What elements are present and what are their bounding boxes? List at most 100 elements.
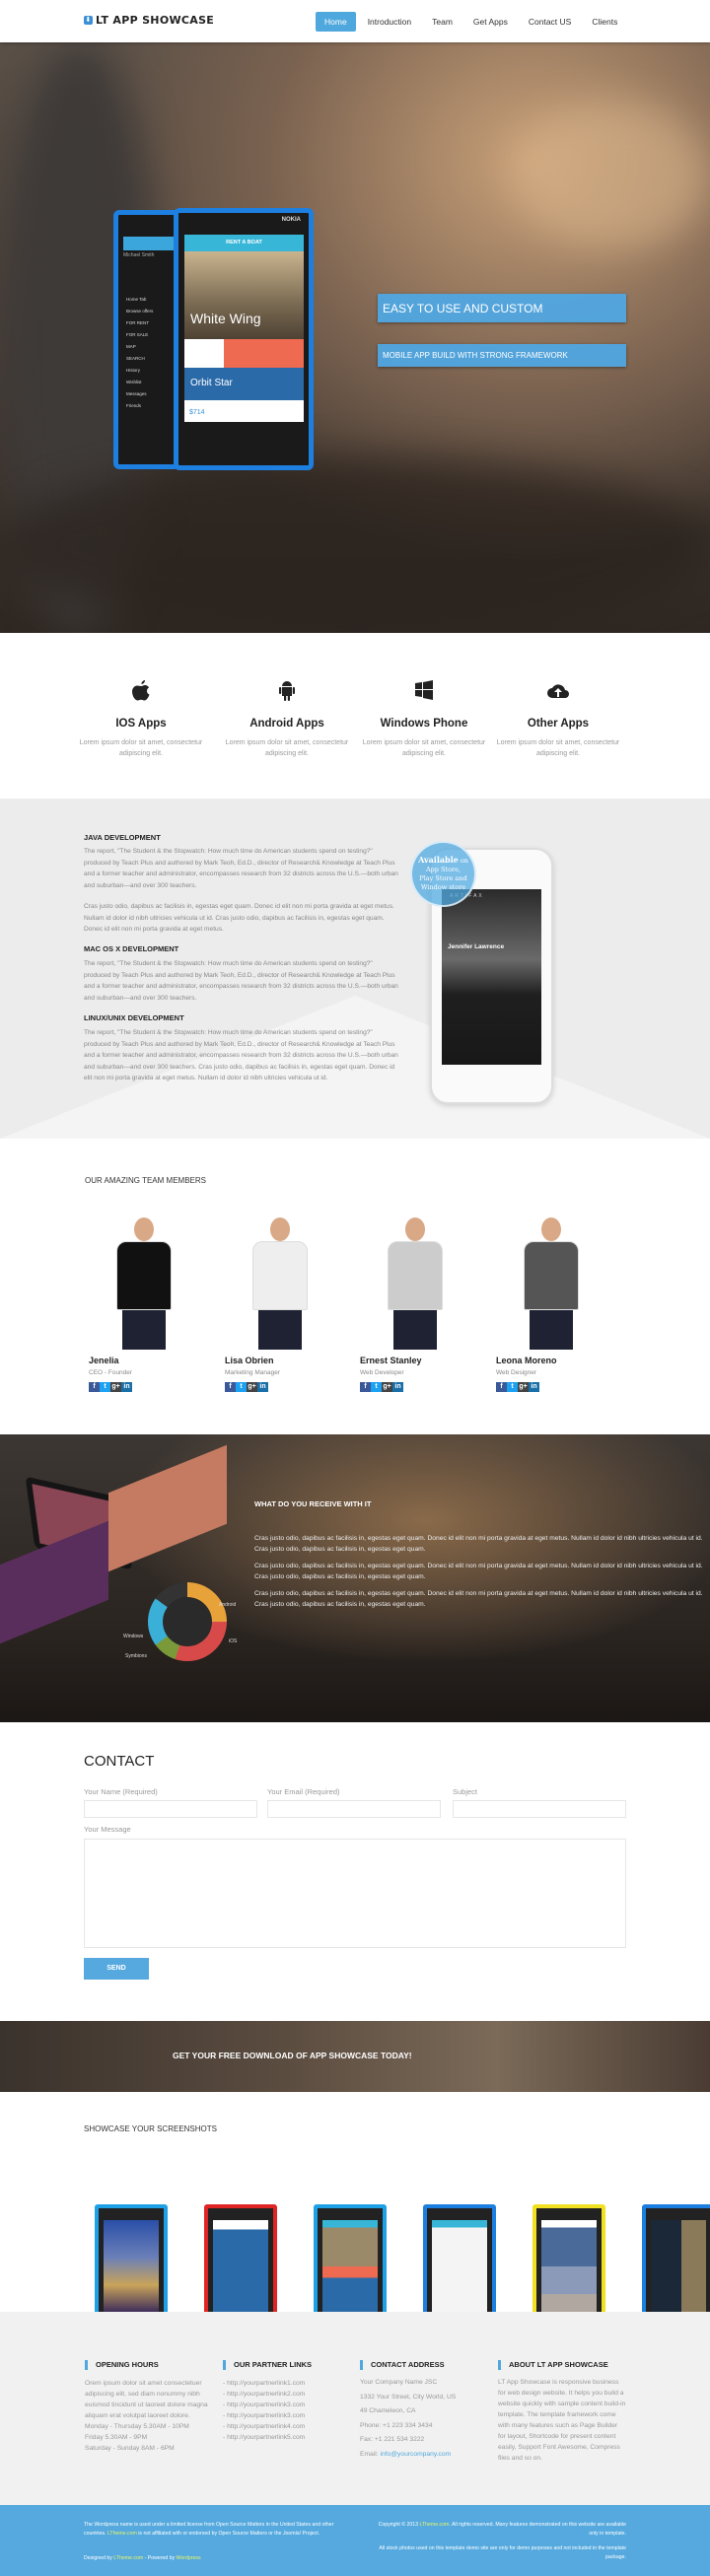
- team-member: Lisa Obrien Marketing Manager f t g+ in: [225, 1208, 353, 1392]
- subject-input[interactable]: [453, 1800, 626, 1818]
- partner-link[interactable]: - http://yourpartnerlink2.com: [223, 2389, 305, 2400]
- team-member: Jenelia CEO - Founder f t g+ in: [89, 1208, 217, 1392]
- availability-badge: Available on App Store, Play Store and W…: [410, 841, 476, 907]
- email-input[interactable]: [267, 1800, 441, 1818]
- linkedin-icon[interactable]: in: [392, 1382, 403, 1392]
- member-role: Web Designer: [496, 1369, 537, 1376]
- name-input[interactable]: [84, 1800, 257, 1818]
- feature-ios: IOS Apps Lorem ipsum dolor sit amet, cons…: [67, 680, 215, 759]
- phone-menu-item: Messages: [126, 391, 147, 396]
- android-icon: [213, 680, 361, 708]
- copyright-text: . All rights reserved. Many features dem…: [449, 2522, 626, 2537]
- partner-link[interactable]: - http://yourpartnerlink3.com: [223, 2410, 305, 2421]
- powered-text: - Powered by: [143, 2555, 177, 2561]
- screenshot-screen: [651, 2220, 706, 2313]
- chart-label-android: Android: [219, 1602, 237, 1608]
- receive-text: Cras justo odio, dapibus ac facilisis in…: [254, 1600, 426, 1608]
- nav-introduction[interactable]: Introduction: [359, 12, 420, 32]
- logo-text: LT APP SHOWCASE: [96, 14, 215, 27]
- site-header: ⬇ LT APP SHOWCASE Home Introduction Team …: [0, 0, 710, 42]
- twitter-icon[interactable]: t: [371, 1382, 382, 1392]
- hours-line: Monday - Thursday 5.30AM - 10PM: [85, 2423, 189, 2430]
- phone-brand: NOKIA: [281, 217, 301, 223]
- linkedin-icon[interactable]: in: [257, 1382, 268, 1392]
- feature-android: Android Apps Lorem ipsum dolor sit amet, …: [213, 680, 361, 759]
- wordpress-link[interactable]: Wordpress: [177, 2555, 201, 2561]
- app-screens-illustration: [108, 1444, 227, 1572]
- twitter-icon[interactable]: t: [507, 1382, 518, 1392]
- phone-card-title: White Wing: [190, 311, 261, 326]
- development-section: JAVA DEVELOPMENT The report, "The Studen…: [0, 799, 710, 1139]
- nav-contact[interactable]: Contact US: [520, 12, 580, 32]
- chart-label-symbions: Symbions: [125, 1653, 147, 1659]
- twitter-icon[interactable]: t: [100, 1382, 110, 1392]
- member-role: CEO - Founder: [89, 1369, 133, 1376]
- google-plus-icon[interactable]: g+: [382, 1382, 392, 1392]
- google-plus-icon[interactable]: g+: [110, 1382, 121, 1392]
- member-photo: [225, 1208, 353, 1351]
- receive-title: WHAT DO YOU RECEIVE WITH IT: [254, 1499, 372, 1508]
- facebook-icon[interactable]: f: [89, 1382, 100, 1392]
- nav-clients[interactable]: Clients: [583, 12, 626, 32]
- ltheme-link[interactable]: LTheme.com: [113, 2555, 143, 2561]
- partner-link[interactable]: - http://yourpartnerlink1.com: [223, 2378, 305, 2389]
- screenshot-screen: [541, 2220, 597, 2313]
- twitter-icon[interactable]: t: [236, 1382, 247, 1392]
- google-plus-icon[interactable]: g+: [247, 1382, 257, 1392]
- facebook-icon[interactable]: f: [360, 1382, 371, 1392]
- license-text: is not affiliated with or endorsed by Op…: [136, 2530, 320, 2537]
- facebook-icon[interactable]: f: [496, 1382, 507, 1392]
- name-label: Your Name (Required): [84, 1787, 158, 1796]
- email-label: Your Email (Required): [267, 1787, 340, 1796]
- linkedin-icon[interactable]: in: [529, 1382, 539, 1392]
- ltheme-link[interactable]: LTheme.com: [419, 2522, 449, 2528]
- java-text: The report, "The Student & the Stopwatch…: [84, 848, 398, 889]
- feature-windows: Windows Phone Lorem ipsum dolor sit amet,…: [350, 680, 498, 759]
- phone-menu-item: MAP: [126, 344, 136, 349]
- address-line: 1332 Your Street, City World, US: [360, 2393, 457, 2401]
- address-line: 49 Chameleon, CA: [360, 2407, 416, 2414]
- feature-text: Lorem ipsum dolor sit amet, consectetur …: [496, 739, 620, 757]
- email-link[interactable]: info@yourcompany.com: [380, 2451, 451, 2458]
- hero-tagline-1: EASY TO USE AND CUSTOM: [378, 294, 626, 322]
- member-name: Leona Moreno: [496, 1356, 557, 1365]
- receive-text: Cras justo odio, dapibus ac facilisis in…: [254, 1563, 703, 1569]
- hero-tagline-2: MOBILE APP BUILD WITH STRONG FRAMEWORK: [378, 344, 626, 367]
- member-name: Jenelia: [89, 1356, 119, 1365]
- address-line: Your Company Name JSC: [360, 2379, 438, 2386]
- receive-text: Cras justo odio, dapibus ac facilisis in…: [254, 1590, 703, 1597]
- nav-home[interactable]: Home: [316, 12, 356, 32]
- donut-chart-illustration: [148, 1582, 227, 1661]
- feature-title: IOS Apps: [115, 718, 167, 730]
- mac-text: The report, "The Student & the Stopwatch…: [84, 960, 398, 1002]
- chart-label-ios: iOS: [229, 1638, 238, 1644]
- google-plus-icon[interactable]: g+: [518, 1382, 529, 1392]
- screenshot-screen: [432, 2220, 487, 2313]
- send-button[interactable]: SEND: [84, 1958, 149, 1980]
- partner-link[interactable]: - http://yourpartnerlink4.com: [223, 2421, 305, 2432]
- cta-text[interactable]: GET YOUR FREE DOWNLOAD OF APP SHOWCASE T…: [173, 2051, 412, 2060]
- member-photo: [360, 1208, 488, 1351]
- nav-team[interactable]: Team: [423, 12, 462, 32]
- address-line: Fax: +1 221 534 3222: [360, 2436, 425, 2443]
- feature-title: Other Apps: [527, 718, 590, 730]
- facebook-icon[interactable]: f: [225, 1382, 236, 1392]
- address-block: Your Company Name JSC 1332 Your Street, …: [360, 2376, 456, 2462]
- linkedin-icon[interactable]: in: [121, 1382, 132, 1392]
- message-textarea[interactable]: [84, 1839, 626, 1948]
- nav-get-apps[interactable]: Get Apps: [464, 12, 517, 32]
- copyright-text: Copyright © 2013: [378, 2522, 420, 2528]
- links-title: OUR PARTNER LINKS: [223, 2360, 312, 2370]
- phone-card-title: Orbit Star: [190, 378, 233, 388]
- partner-link[interactable]: - http://yourpartnerlink5.com: [223, 2432, 305, 2443]
- hero-phone-front: NOKIA RENT A BOAT White Wing Orbit Star …: [174, 208, 314, 470]
- apple-icon: [67, 680, 215, 708]
- hero-section: Michael Smith Home Tab Browse offers FOR…: [0, 42, 710, 633]
- phone-price: $714: [184, 400, 304, 422]
- about-title: ABOUT LT APP SHOWCASE: [498, 2360, 608, 2370]
- logo[interactable]: ⬇ LT APP SHOWCASE: [84, 14, 214, 27]
- ltheme-link[interactable]: LTheme.com: [107, 2531, 137, 2537]
- phone-user: Michael Smith: [123, 252, 155, 258]
- windows-icon: [350, 680, 498, 708]
- partner-link[interactable]: - http://yourpartnerlink3.com: [223, 2400, 305, 2410]
